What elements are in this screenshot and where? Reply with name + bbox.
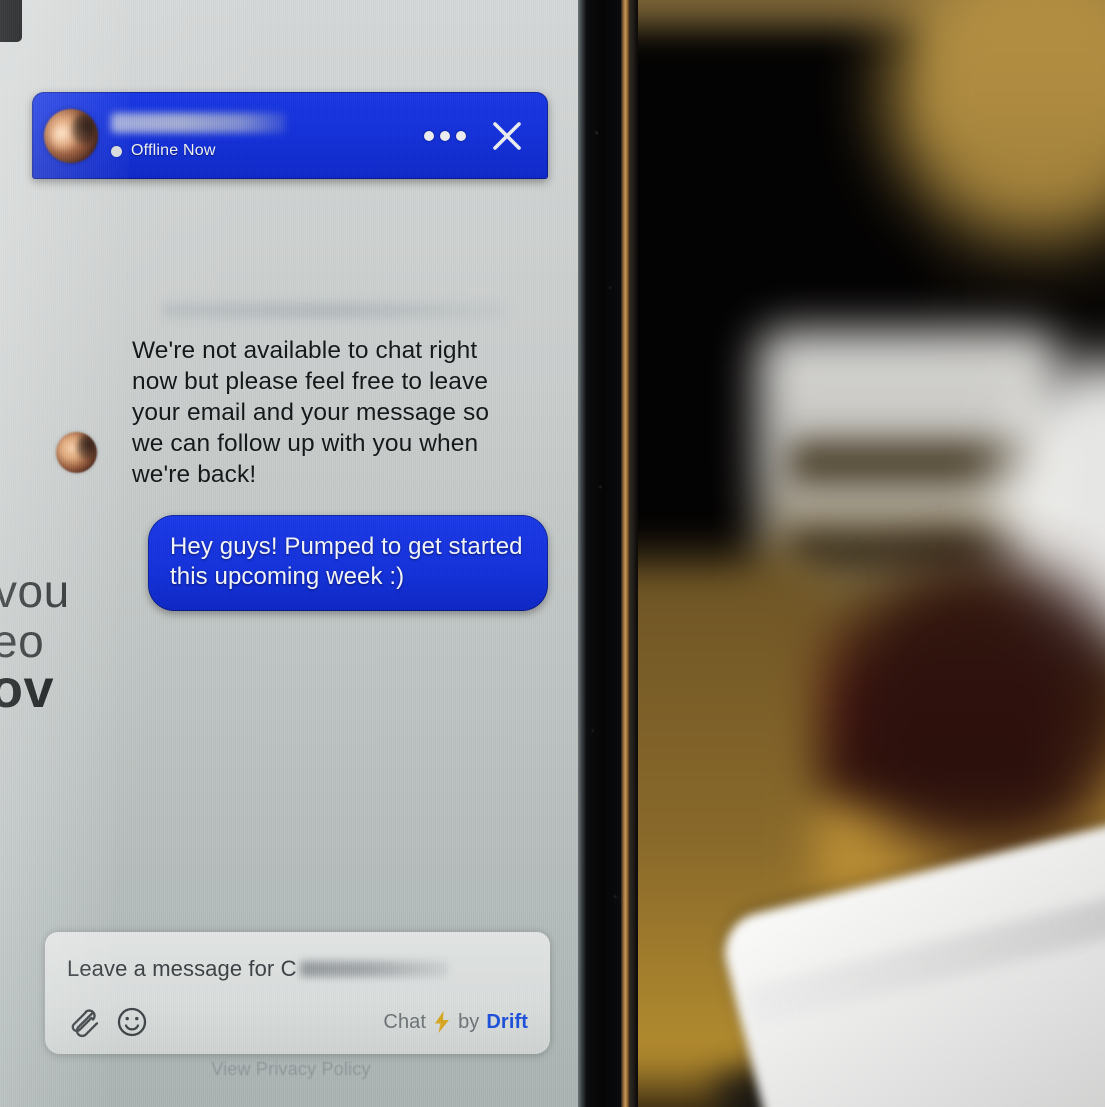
smiley-face-icon[interactable] (115, 1006, 149, 1038)
user-message-text: Hey guys! Pumped to get started this upc… (170, 533, 523, 590)
more-horizontal-icon (424, 130, 466, 141)
conversation-area[interactable]: We're not available to chat right now bu… (44, 187, 548, 1007)
device-bezel (578, 0, 640, 1107)
page-corner-logo-fragment (0, 0, 22, 42)
composer-name-redacted (299, 961, 448, 977)
drift-logo-label: Drift (486, 1010, 528, 1033)
user-message-bubble: Hey guys! Pumped to get started this upc… (148, 515, 548, 611)
agent-avatar-icon (44, 108, 98, 163)
blurred-backdrop (638, 0, 1105, 1107)
drift-branding[interactable]: Chat by Drift (383, 1011, 528, 1034)
paperclip-icon[interactable] (67, 1006, 101, 1038)
composer-toolbar: Chat by Drift (67, 1006, 528, 1038)
status-dot-icon (111, 145, 122, 157)
drift-chat-widget: Offline Now We're not available to chat … (32, 92, 550, 1087)
agent-name-redacted (111, 113, 286, 133)
agent-status: Offline Now (111, 142, 422, 160)
laptop-screen: vou eo ov Offline Now We're not availabl… (0, 0, 580, 1107)
redacted-message-line (162, 302, 506, 319)
composer-input-row[interactable]: Leave a message for C (67, 956, 528, 982)
message-avatar-icon (56, 432, 97, 473)
composer-placeholder-text: Leave a message for C (67, 956, 297, 981)
more-options-button[interactable] (422, 116, 468, 156)
lightning-bolt-icon (435, 1011, 450, 1033)
status-label: Offline Now (131, 142, 216, 159)
bezel-speckle (578, 0, 640, 1107)
brand-connector-label: by (458, 1010, 480, 1033)
brand-prefix-label: Chat (383, 1010, 427, 1033)
close-button[interactable] (480, 113, 534, 159)
chat-header-text: Offline Now (111, 111, 422, 160)
privacy-policy-link[interactable]: View Privacy Policy (32, 1059, 550, 1080)
photo-scene: vou eo ov Offline Now We're not availabl… (0, 0, 1105, 1107)
agent-message-text: We're not available to chat right now bu… (132, 337, 490, 488)
chat-header: Offline Now (32, 92, 548, 179)
close-icon (493, 121, 521, 150)
message-composer[interactable]: Leave a message for C Chat by Drift (45, 932, 550, 1054)
